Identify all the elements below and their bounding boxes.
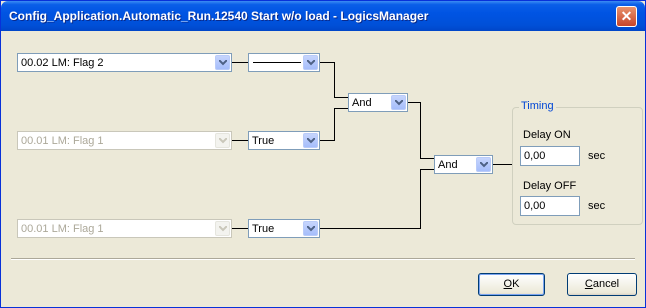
delay-off-value: 0,00	[524, 200, 546, 212]
operator-select-1[interactable]: And	[348, 93, 408, 112]
input-select-1[interactable]: 00.02 LM: Flag 2	[17, 53, 232, 72]
modifier-line-glyph	[253, 62, 301, 63]
input-select-2: 00.01 LM: Flag 1	[17, 131, 232, 150]
cancel-button-label: ancel	[592, 278, 620, 290]
timing-legend: Timing	[519, 100, 556, 112]
modifier-select-1[interactable]	[248, 53, 320, 72]
modifier-select-2[interactable]: True	[248, 131, 320, 150]
input-select-1-value: 00.02 LM: Flag 2	[21, 57, 104, 69]
ok-button[interactable]: OK	[478, 273, 545, 296]
modifier-select-3[interactable]: True	[248, 219, 320, 238]
chevron-down-icon[interactable]	[303, 221, 318, 236]
modifier-select-2-value: True	[252, 135, 275, 147]
logicsmanager-dialog: Config_Application.Automatic_Run.12540 S…	[0, 0, 646, 308]
separator	[11, 258, 635, 260]
close-icon: ✕	[620, 8, 633, 24]
delay-on-label: Delay ON	[523, 129, 571, 141]
modifier-select-3-value: True	[252, 223, 275, 235]
delay-on-input[interactable]: 0,00	[520, 146, 580, 166]
delay-off-label: Delay OFF	[523, 180, 577, 192]
cancel-button-mnemonic: C	[584, 278, 593, 290]
delay-off-input[interactable]: 0,00	[520, 196, 580, 216]
ok-button-label: K	[512, 278, 520, 290]
chevron-down-icon	[215, 221, 230, 236]
chevron-down-icon[interactable]	[476, 157, 491, 172]
input-select-2-value: 00.01 LM: Flag 1	[21, 135, 104, 147]
title-bar[interactable]: Config_Application.Automatic_Run.12540 S…	[1, 1, 645, 31]
input-select-3: 00.01 LM: Flag 1	[17, 219, 232, 238]
operator-select-1-value: And	[352, 97, 372, 109]
chevron-down-icon[interactable]	[215, 55, 230, 70]
close-button[interactable]: ✕	[616, 6, 637, 27]
operator-select-2-value: And	[438, 159, 458, 171]
chevron-down-icon[interactable]	[303, 133, 318, 148]
window-title: Config_Application.Automatic_Run.12540 S…	[9, 9, 429, 23]
chevron-down-icon	[215, 133, 230, 148]
chevron-down-icon[interactable]	[303, 55, 318, 70]
delay-on-unit: sec	[588, 150, 606, 162]
operator-select-2[interactable]: And	[434, 155, 493, 174]
chevron-down-icon[interactable]	[391, 95, 406, 110]
ok-button-mnemonic: O	[503, 278, 513, 290]
cancel-button[interactable]: Cancel	[567, 273, 637, 296]
delay-on-value: 0,00	[524, 150, 546, 162]
delay-off-unit: sec	[588, 200, 606, 212]
input-select-3-value: 00.01 LM: Flag 1	[21, 223, 104, 235]
